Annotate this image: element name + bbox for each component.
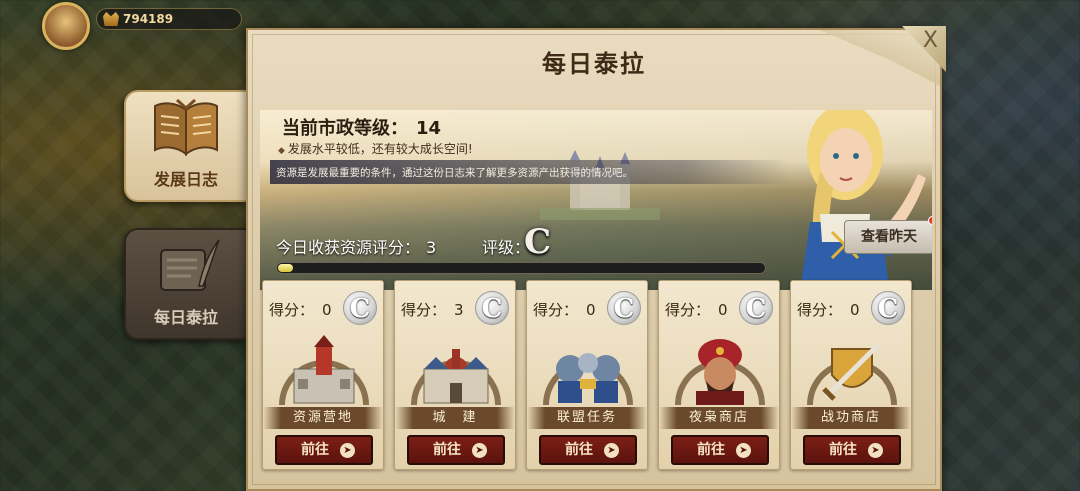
- close-icon: X: [922, 28, 938, 53]
- go-button[interactable]: 前往 ➤: [803, 435, 901, 465]
- card-score-label: 得分：: [797, 301, 843, 319]
- tab-label: 发展日志: [153, 170, 218, 189]
- category-card-night-owl-shop: 得分： 0 C 夜枭商店 前往 ➤: [658, 280, 780, 470]
- intro-text: 资源是发展最重要的条件，通过这份日志来了解更多资源产出获得的情况吧。: [276, 167, 633, 179]
- tab-label: 每日泰拉: [153, 308, 218, 327]
- go-button-label: 前往: [697, 442, 725, 458]
- tab-daily-tara[interactable]: 每日泰拉: [124, 228, 246, 340]
- card-score: 得分： 0: [269, 299, 332, 320]
- summary-banner: 当前市政等级： 14 发展水平较低，还有较大成长空间! 资源是发展最重要的条件，通…: [260, 110, 932, 290]
- card-score-value: 3: [454, 301, 464, 319]
- open-book-icon: [154, 98, 218, 157]
- city-building-icon: [411, 349, 501, 406]
- view-yesterday-button[interactable]: 查看昨天: [844, 220, 932, 254]
- card-score-label: 得分：: [269, 301, 315, 319]
- arrow-right-icon: ➤: [472, 443, 487, 458]
- rating-grade: C: [524, 222, 552, 262]
- card-score: 得分： 3: [401, 299, 464, 320]
- card-grade-badge: C: [475, 291, 509, 325]
- power-value: 794189: [123, 12, 174, 26]
- category-card-city-building: 得分： 3 C 城 建 前往 ➤: [394, 280, 516, 470]
- today-score: 今日收获资源评分： 3: [276, 234, 436, 258]
- go-button[interactable]: 前往 ➤: [275, 435, 373, 465]
- arrow-right-icon: ➤: [604, 443, 619, 458]
- rating-label: 评级：: [482, 238, 531, 257]
- today-score-value: 3: [426, 238, 437, 257]
- card-score: 得分： 0: [665, 299, 728, 320]
- daily-tara-panel: 每日泰拉 X 当前市政等级： 14 发展水平较低，还有较大成长空间! 资源是发展最…: [246, 26, 946, 491]
- card-grade-badge: C: [739, 291, 773, 325]
- sword-shield-icon: [807, 343, 897, 406]
- score-progress-bar: [276, 262, 766, 274]
- panel-title: 每日泰拉: [542, 50, 646, 78]
- tab-development-log[interactable]: 发展日志: [124, 90, 246, 202]
- advisor-heroine-portrait: [800, 110, 926, 290]
- go-button-label: 前往: [433, 442, 461, 458]
- scroll-quill-icon: [160, 239, 220, 291]
- today-score-label: 今日收获资源评分：: [276, 238, 421, 257]
- category-card-alliance-quest: 得分： 0 C 联盟任务 前往 ➤: [526, 280, 648, 470]
- go-button[interactable]: 前往 ➤: [671, 435, 769, 465]
- go-button-label: 前往: [829, 442, 857, 458]
- card-score-label: 得分：: [401, 301, 447, 319]
- go-button-label: 前往: [301, 442, 329, 458]
- category-card-resource-camp: 得分： 0 C 资源营地 前往 ➤: [262, 280, 384, 470]
- card-name: 城 建: [395, 407, 515, 429]
- card-name: 资源营地: [263, 407, 383, 429]
- card-score: 得分： 0: [797, 299, 860, 320]
- alliance-warriors-icon: [543, 353, 633, 406]
- card-score: 得分： 0: [533, 299, 596, 320]
- go-button[interactable]: 前往 ➤: [407, 435, 505, 465]
- growth-note: 发展水平较低，还有较大成长空间!: [278, 140, 473, 157]
- arrow-right-icon: ➤: [736, 443, 751, 458]
- card-score-label: 得分：: [665, 301, 711, 319]
- player-avatar[interactable]: [42, 2, 90, 50]
- card-grade-badge: C: [607, 291, 641, 325]
- card-name: 战功商店: [791, 407, 911, 429]
- card-score-value: 0: [586, 301, 596, 319]
- civic-level-label: 当前市政等级：: [282, 118, 408, 139]
- card-grade-badge: C: [343, 291, 377, 325]
- card-score-value: 0: [718, 301, 728, 319]
- go-button-label: 前往: [565, 442, 593, 458]
- civic-level: 当前市政等级： 14: [282, 114, 441, 140]
- castle-camp-icon: [279, 335, 369, 406]
- card-grade-badge: C: [871, 291, 905, 325]
- civic-level-value: 14: [416, 118, 442, 139]
- card-score-value: 0: [322, 301, 332, 319]
- power-counter: 794189: [96, 8, 242, 30]
- arrow-right-icon: ➤: [868, 443, 883, 458]
- card-name: 联盟任务: [527, 407, 647, 429]
- card-score-label: 得分：: [533, 301, 579, 319]
- category-card-merit-shop: 得分： 0 C 战功商店 前往 ➤: [790, 280, 912, 470]
- go-button[interactable]: 前往 ➤: [539, 435, 637, 465]
- card-name: 夜枭商店: [659, 407, 779, 429]
- arrow-right-icon: ➤: [340, 443, 355, 458]
- notification-dot: [928, 216, 932, 225]
- card-score-value: 0: [850, 301, 860, 319]
- power-icon: [103, 12, 119, 26]
- night-owl-merchant-icon: [675, 339, 765, 406]
- score-progress-fill: [278, 264, 293, 272]
